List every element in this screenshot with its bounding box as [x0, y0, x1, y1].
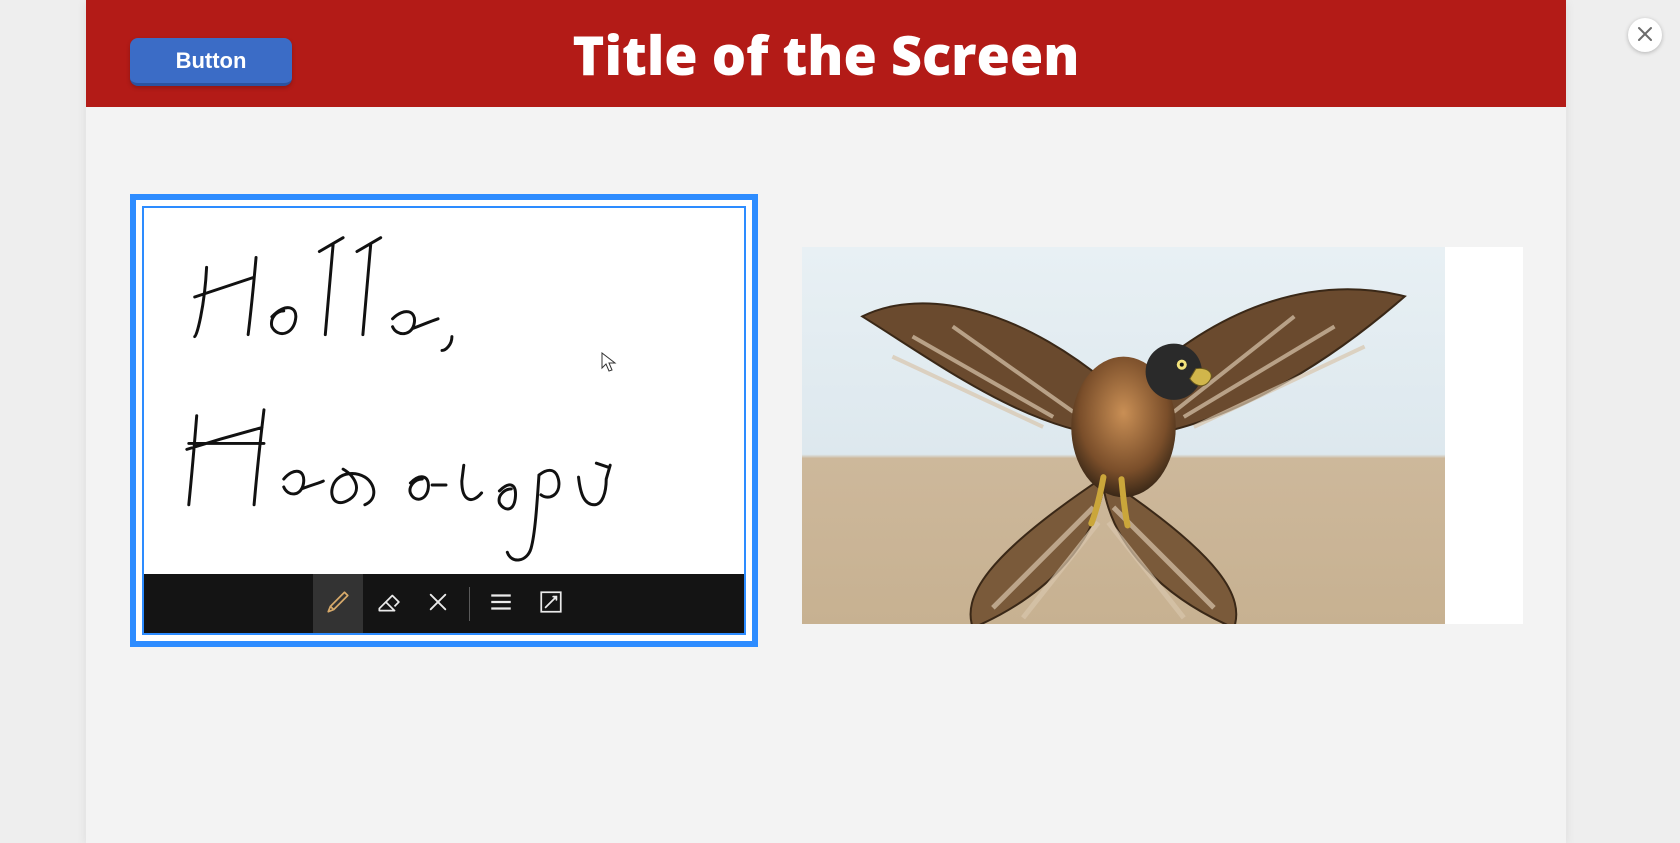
ink-tool-pen[interactable] [313, 574, 363, 633]
image-margin-right [1445, 247, 1523, 624]
close-icon [1637, 26, 1653, 45]
ink-tool-edit[interactable] [526, 574, 576, 633]
content-area [86, 107, 1566, 843]
main-panel: Button Title of the Screen [86, 0, 1566, 843]
ink-tool-lines[interactable] [476, 574, 526, 633]
header: Button Title of the Screen [86, 0, 1566, 107]
pen-icon [325, 589, 351, 618]
image-display [802, 247, 1445, 624]
clear-icon [427, 591, 449, 616]
ink-toolbar [144, 574, 744, 633]
ink-canvas[interactable] [144, 208, 744, 574]
toolbar-separator [469, 587, 470, 621]
ink-tool-clear[interactable] [413, 574, 463, 633]
ink-inner [142, 206, 746, 635]
ink-tool-eraser[interactable] [363, 574, 413, 633]
handwriting-svg [144, 208, 744, 574]
header-button[interactable]: Button [130, 38, 292, 86]
eraser-icon [375, 589, 401, 618]
page-title: Title of the Screen [573, 17, 1080, 91]
ink-control[interactable] [130, 194, 758, 647]
close-button[interactable] [1628, 18, 1662, 52]
falcon-image [802, 247, 1445, 624]
lines-icon [488, 589, 514, 618]
edit-icon [538, 589, 564, 618]
